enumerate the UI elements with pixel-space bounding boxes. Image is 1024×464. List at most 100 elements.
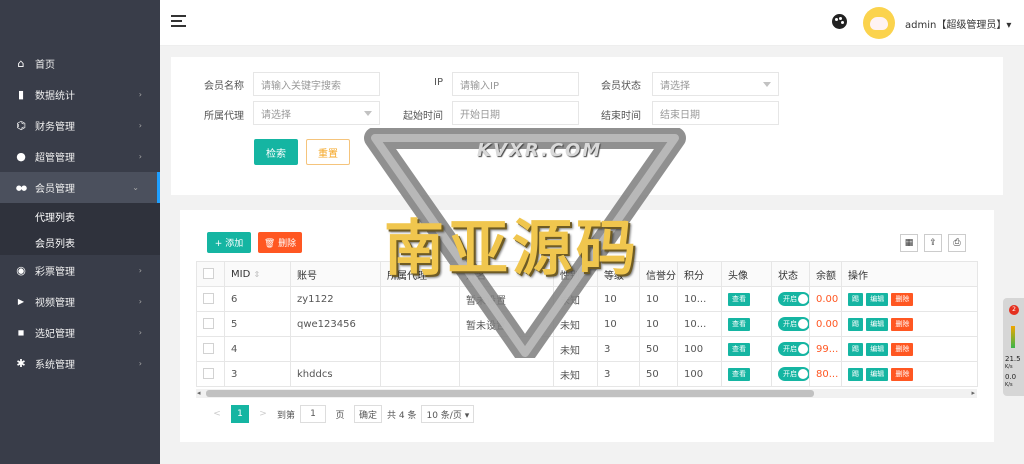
menu-toggle-icon[interactable]: [171, 15, 186, 30]
start-date-input[interactable]: 开始日期: [452, 101, 579, 125]
search-button[interactable]: 检索: [254, 139, 298, 165]
delete-button[interactable]: 删除: [891, 367, 914, 381]
kick-button[interactable]: 踢: [848, 367, 863, 381]
goto-page-input[interactable]: 1: [300, 405, 327, 423]
actions-cell: 踢 编辑 删除: [841, 361, 978, 387]
edit-button[interactable]: 编辑: [866, 367, 889, 381]
delete-button[interactable]: 删除: [891, 317, 914, 331]
sidebar-item-system[interactable]: ✱ 系统管理 ›: [0, 348, 160, 379]
scroll-right-icon[interactable]: ▸: [971, 389, 975, 397]
agent-select[interactable]: 请选择: [253, 101, 380, 125]
page-unit-label: 页: [335, 410, 345, 421]
columns-icon[interactable]: ▦: [900, 234, 918, 252]
ip-input[interactable]: 请输入IP: [452, 72, 579, 96]
member-status-placeholder: 请选择: [660, 80, 690, 92]
sidebar-item-video[interactable]: ▶ 视频管理 ›: [0, 286, 160, 317]
row-checkbox[interactable]: [203, 368, 214, 380]
row-checkbox[interactable]: [203, 293, 214, 305]
page-1-button[interactable]: 1: [231, 405, 249, 423]
print-icon[interactable]: ⎙: [948, 234, 966, 252]
view-avatar-button[interactable]: 查看: [728, 342, 750, 356]
agent-cell: [380, 286, 460, 312]
sidebar-item-selection[interactable]: ◼ 选妃管理 ›: [0, 317, 160, 348]
view-avatar-button[interactable]: 查看: [728, 292, 750, 306]
member-status-select[interactable]: 请选择: [652, 72, 779, 96]
palette-icon[interactable]: [832, 14, 847, 29]
kick-button[interactable]: 踢: [848, 292, 863, 306]
batch-delete-button[interactable]: 🗑 删除: [258, 232, 302, 253]
edit-button[interactable]: 编辑: [866, 317, 889, 331]
agent-cell: [380, 311, 460, 337]
level-cell: 10: [597, 311, 640, 337]
caret-down-icon: [763, 82, 771, 87]
kick-button[interactable]: 踢: [848, 342, 863, 356]
gear-icon: ✱: [16, 357, 26, 370]
row-select-cell[interactable]: [196, 336, 225, 362]
sidebar-item-admins[interactable]: ● 超管管理 ›: [0, 141, 160, 172]
next-page-button[interactable]: >: [254, 405, 272, 423]
status-toggle[interactable]: 开启: [778, 367, 809, 381]
chevron-right-icon: ›: [138, 266, 142, 275]
horizontal-scrollbar[interactable]: ◂ ▸: [196, 389, 977, 398]
goto-label: 到第: [277, 410, 296, 421]
end-date-input[interactable]: 结束日期: [652, 101, 779, 125]
avatar-cell: 查看: [721, 361, 772, 387]
edit-button[interactable]: 编辑: [866, 342, 889, 356]
row-select-cell[interactable]: [196, 286, 225, 312]
mid-cell: 3: [224, 361, 291, 387]
user-menu[interactable]: admin【超级管理员】▾: [905, 16, 1011, 31]
network-speed-widget[interactable]: 2 21.5 K/s 0.0 K/s: [1003, 298, 1024, 396]
page-size-select[interactable]: 10 条/页 ▾: [421, 405, 475, 423]
goto-confirm-button[interactable]: 确定: [354, 405, 383, 423]
row-checkbox[interactable]: [203, 318, 214, 330]
prev-page-button[interactable]: <: [208, 405, 226, 423]
sidebar-subitem-agents[interactable]: 代理列表: [0, 203, 160, 229]
watermark-subtitle: KVXR.COM: [477, 140, 603, 161]
agent-cell: [380, 336, 460, 362]
sidebar-item-members[interactable]: ●● 会员管理 ⌄: [0, 172, 160, 203]
table-row[interactable]: 3 khddcs 未知 3 50 100 查看 开启 80... 踢 编辑 删除: [196, 361, 978, 387]
view-avatar-button[interactable]: 查看: [728, 367, 750, 381]
level-cell: 10: [597, 286, 640, 312]
reset-button[interactable]: 重置: [306, 139, 350, 165]
delete-button[interactable]: 删除: [891, 292, 914, 306]
download-speed: 0.0: [1005, 373, 1017, 381]
view-avatar-button[interactable]: 查看: [728, 317, 750, 331]
scrollbar-thumb[interactable]: [206, 390, 814, 397]
sort-icon[interactable]: ⇕: [253, 270, 260, 279]
sidebar-item-statistics[interactable]: ▮ 数据统计 ›: [0, 79, 160, 110]
status-toggle[interactable]: 开启: [778, 292, 809, 306]
gender-cell: 未知: [553, 311, 598, 337]
select-all-checkbox[interactable]: [203, 268, 214, 280]
status-toggle[interactable]: 开启: [778, 342, 809, 356]
total-count: 共 4 条: [387, 410, 417, 421]
status-cell: 开启: [771, 286, 810, 312]
row-select-cell[interactable]: [196, 311, 225, 337]
table-row[interactable]: 5 qwe123456 暂未设置 未知 10 10 10... 查看 开启 0.00 踢 编辑 删除: [196, 311, 978, 337]
status-toggle[interactable]: 开启: [778, 317, 809, 331]
avatar[interactable]: [863, 7, 895, 39]
column-header[interactable]: MID ⇕: [224, 261, 291, 287]
row-select-cell[interactable]: [196, 361, 225, 387]
table-row[interactable]: 6 zy1122 暂未设置 未知 10 10 10... 查看 开启 0.00 踢 编辑 删除: [196, 286, 978, 312]
sidebar-item-finance[interactable]: ⌬ 财务管理 ›: [0, 110, 160, 141]
sidebar-item-label: 系统管理: [35, 360, 75, 371]
status-cell: 开启: [771, 311, 810, 337]
export-icon[interactable]: ⇪: [924, 234, 942, 252]
kick-button[interactable]: 踢: [848, 317, 863, 331]
scroll-left-icon[interactable]: ◂: [197, 389, 201, 397]
delete-button[interactable]: 删除: [891, 342, 914, 356]
sidebar-item-lottery[interactable]: ◉ 彩票管理 ›: [0, 255, 160, 286]
sidebar-item-home[interactable]: ⌂ 首页: [0, 48, 160, 79]
add-button[interactable]: + 添加: [207, 232, 251, 253]
table-row[interactable]: 4 未知 3 50 100 查看 开启 99... 踢 编辑 删除: [196, 336, 978, 362]
top-header: admin【超级管理员】▾: [160, 0, 1024, 46]
row-checkbox[interactable]: [203, 343, 214, 355]
column-header: 信誉分: [639, 261, 678, 287]
select-all-header[interactable]: [196, 261, 225, 287]
level-cell: 3: [597, 361, 640, 387]
sidebar-subitem-members[interactable]: 会员列表: [0, 229, 160, 255]
edit-button[interactable]: 编辑: [866, 292, 889, 306]
member-name-input[interactable]: 请输入关键字搜索: [253, 72, 380, 96]
sidebar-item-label: 首页: [35, 60, 55, 71]
